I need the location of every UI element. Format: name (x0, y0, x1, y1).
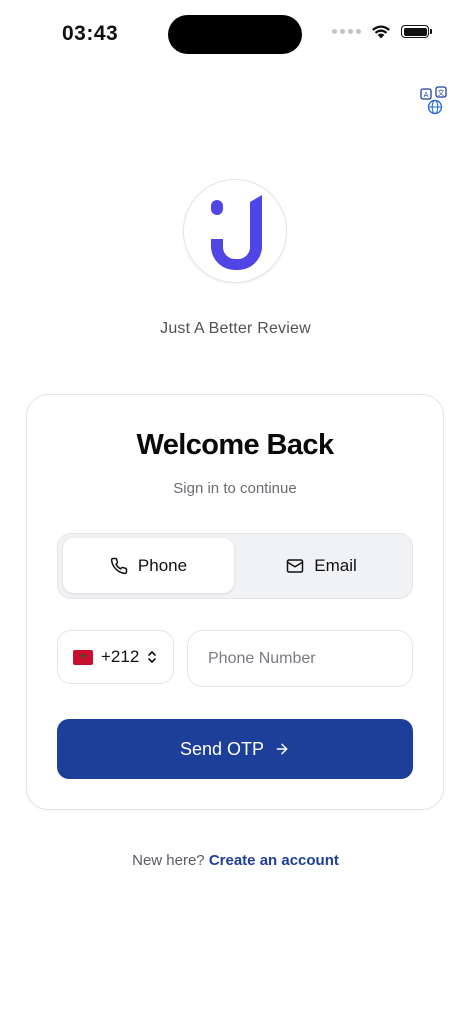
status-bar: 03:43 (0, 0, 471, 70)
svg-text:文: 文 (438, 88, 445, 97)
mail-icon (286, 558, 304, 573)
login-card: Welcome Back Sign in to continue Phone E… (26, 394, 444, 810)
signup-prompt-text: New here? (132, 852, 205, 869)
tab-email-label: Email (314, 555, 357, 575)
morocco-flag-icon (73, 649, 93, 665)
tab-phone-label: Phone (137, 555, 188, 575)
card-subtitle: Sign in to continue (173, 480, 297, 497)
phone-icon (110, 557, 128, 574)
dynamic-island (168, 15, 302, 54)
signup-prompt: New here? Create an account (0, 852, 471, 869)
tab-email[interactable]: Email (236, 538, 407, 593)
language-translate-icon[interactable]: A 文 (418, 86, 452, 116)
svg-text:A: A (424, 91, 429, 99)
tab-phone[interactable]: Phone (63, 538, 234, 593)
wifi-icon (372, 25, 390, 39)
phone-number-input[interactable] (187, 630, 413, 687)
app-logo-icon (183, 179, 287, 283)
login-method-tabs: Phone Email (57, 533, 413, 599)
card-title: Welcome Back (136, 429, 335, 461)
battery-icon (401, 25, 432, 38)
status-time: 03:43 (62, 22, 119, 45)
country-code-select[interactable]: +212 (57, 630, 174, 684)
send-otp-button[interactable]: Send OTP (57, 719, 413, 779)
country-code: +212 (101, 647, 140, 666)
create-account-link[interactable]: Create an account (209, 852, 339, 869)
send-otp-label: Send OTP (179, 738, 265, 759)
app-tagline: Just A Better Review (160, 320, 311, 337)
arrow-right-icon (276, 743, 288, 755)
status-icons (332, 24, 432, 39)
signal-icon (332, 29, 361, 34)
chevron-up-down-icon (148, 651, 157, 663)
